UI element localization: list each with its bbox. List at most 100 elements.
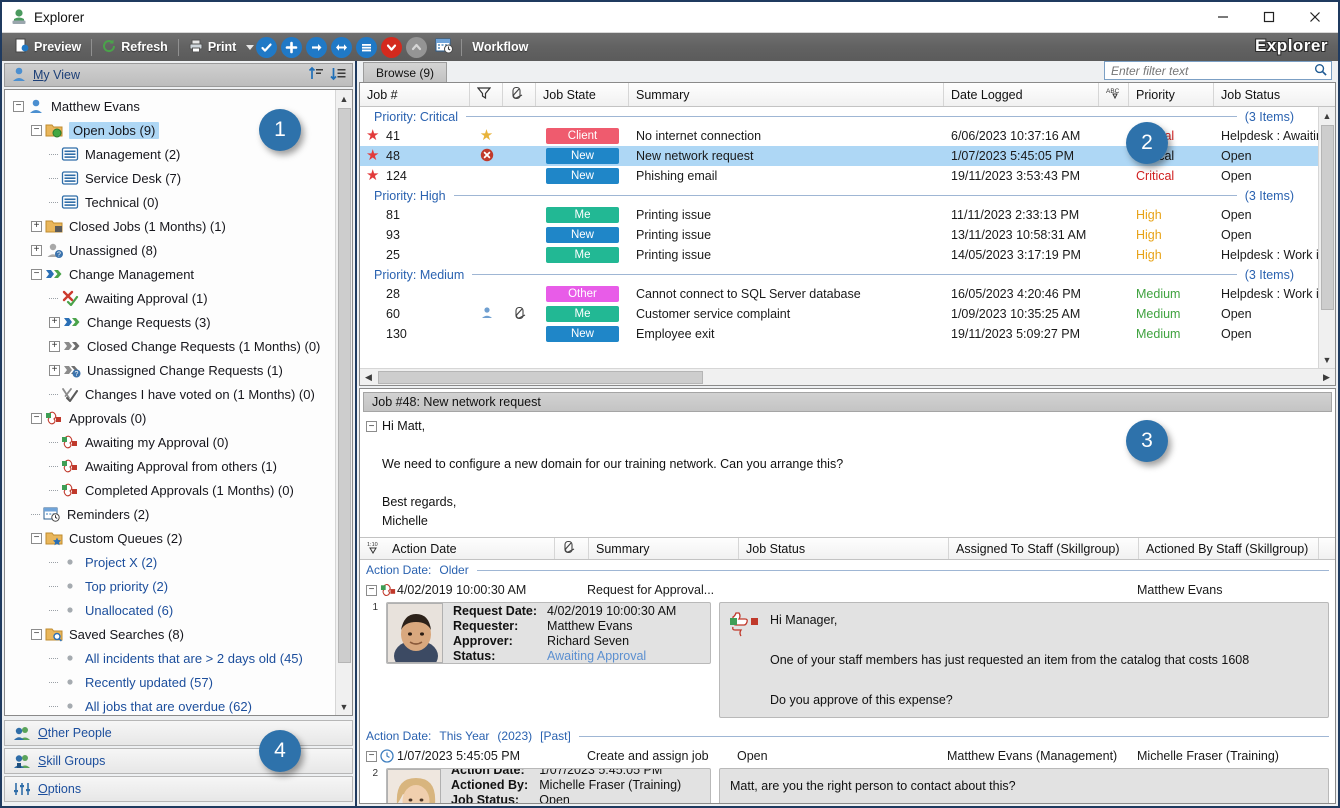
tree-item[interactable]: All jobs that are overdue (62) bbox=[5, 694, 335, 715]
tree-item[interactable]: Recently updated (57) bbox=[5, 670, 335, 694]
column-header-priority[interactable]: Priority bbox=[1129, 83, 1214, 106]
tree-item[interactable]: − Approvals (0) bbox=[5, 406, 335, 430]
jobs-grid-hscrollbar[interactable]: ◀ ▶ bbox=[360, 368, 1335, 385]
grid-hscroll-thumb[interactable] bbox=[378, 370, 703, 384]
tree-item[interactable]: Reminders (2) bbox=[5, 502, 335, 526]
hamburger-menu-icon[interactable] bbox=[356, 36, 378, 58]
arrow-right-icon[interactable] bbox=[306, 36, 328, 58]
maximize-button[interactable] bbox=[1246, 2, 1292, 33]
scroll-up-arrow[interactable]: ▲ bbox=[336, 90, 353, 107]
action-group-value[interactable]: Older bbox=[439, 563, 468, 577]
tree-item[interactable]: +? Unassigned (8) bbox=[5, 238, 335, 262]
sort-descending-icon[interactable] bbox=[330, 66, 346, 84]
filter-box[interactable] bbox=[1104, 61, 1332, 80]
tree-item[interactable]: − Custom Queues (2) bbox=[5, 526, 335, 550]
tree-item[interactable]: +? Unassigned Change Requests (1) bbox=[5, 358, 335, 382]
tree-collapse-toggle[interactable]: − bbox=[31, 628, 42, 640]
tree-item[interactable]: Unallocated (6) bbox=[5, 598, 335, 622]
tree-item[interactable]: Service Desk (7) bbox=[5, 166, 335, 190]
error-circle-icon[interactable] bbox=[480, 148, 494, 165]
column-header-job-state[interactable]: Job State bbox=[536, 83, 629, 106]
tree-scrollbar[interactable]: ▲ ▼ bbox=[335, 90, 352, 715]
search-input[interactable] bbox=[1109, 62, 1314, 79]
tree-item[interactable]: Awaiting Approval (1) bbox=[5, 286, 335, 310]
star-gold-icon[interactable]: ★ bbox=[480, 129, 493, 143]
table-row[interactable]: 93 New Printing issue 13/11/2023 10:58:31 A… bbox=[360, 225, 1318, 245]
tree-expand-toggle[interactable]: + bbox=[31, 220, 42, 232]
column-header-job[interactable]: Job # bbox=[360, 83, 470, 106]
description-collapse-toggle[interactable]: − bbox=[366, 421, 377, 433]
chevron-down-icon[interactable] bbox=[381, 36, 403, 58]
table-row[interactable]: ★ 41 ★ Client No internet connection 6/06/202… bbox=[360, 126, 1318, 146]
column-header-date-logged[interactable]: Date Logged bbox=[944, 83, 1099, 106]
tab-browse[interactable]: Browse (9) bbox=[363, 62, 448, 82]
column-header-filter-funnel-icon[interactable] bbox=[470, 83, 503, 106]
arrow-left-right-icon[interactable] bbox=[331, 36, 353, 58]
close-button[interactable] bbox=[1292, 2, 1338, 33]
search-icon[interactable] bbox=[1314, 63, 1327, 79]
action-column-header-action-date[interactable]: 1:10 Action Date bbox=[360, 538, 555, 559]
tree-expand-toggle[interactable]: + bbox=[31, 244, 42, 256]
table-row[interactable]: 130 New Employee exit 19/11/2023 5:09:27 PM… bbox=[360, 324, 1318, 344]
column-header-paperclip-icon[interactable] bbox=[503, 83, 536, 106]
action-row[interactable]: − 4/02/2019 10:00:30 AM Request for Approv… bbox=[360, 580, 1335, 600]
paperclip-icon[interactable] bbox=[513, 306, 527, 323]
print-dropdown-caret[interactable] bbox=[246, 44, 255, 50]
table-row[interactable]: 25 Me Printing issue 14/05/2023 3:17:19 PM H… bbox=[360, 245, 1318, 265]
tree-item[interactable]: Technical (0) bbox=[5, 190, 335, 214]
workflow-button[interactable]: Workflow bbox=[465, 35, 535, 59]
column-header-job-status[interactable]: Job Status bbox=[1214, 83, 1335, 106]
tree-item[interactable]: + Closed Change Requests (1 Months) (0) bbox=[5, 334, 335, 358]
action-collapse-toggle[interactable]: − bbox=[366, 750, 377, 762]
table-row[interactable]: ★ 48 New New network request 1/07/2023 5:45:… bbox=[360, 146, 1318, 166]
grid-scroll-up[interactable]: ▲ bbox=[1319, 107, 1336, 124]
table-row[interactable]: 28 Other Cannot connect to SQL Server data… bbox=[360, 284, 1318, 304]
action-column-header-summary[interactable]: Summary bbox=[589, 538, 739, 559]
tree-item[interactable]: Awaiting my Approval (0) bbox=[5, 430, 335, 454]
tree-collapse-toggle[interactable]: − bbox=[31, 124, 42, 136]
table-row[interactable]: ★ 124 New Phishing email 19/11/2023 3:53:43 … bbox=[360, 166, 1318, 186]
action-group-link[interactable]: [Past] bbox=[540, 729, 571, 743]
minimize-button[interactable] bbox=[1200, 2, 1246, 33]
action-row[interactable]: − 1/07/2023 5:45:05 PM Create and assign j… bbox=[360, 746, 1335, 766]
table-row[interactable]: 81 Me Printing issue 11/11/2023 2:33:13 PM H… bbox=[360, 205, 1318, 225]
my-view-header[interactable]: My View bbox=[4, 63, 353, 87]
tree-expand-toggle[interactable]: + bbox=[49, 340, 60, 352]
person-icon[interactable] bbox=[480, 306, 494, 323]
tree-item[interactable]: − Saved Searches (8) bbox=[5, 622, 335, 646]
plus-icon[interactable] bbox=[281, 36, 303, 58]
print-button[interactable]: Print bbox=[182, 35, 243, 59]
grid-scroll-right[interactable]: ▶ bbox=[1318, 369, 1335, 386]
column-header-summary[interactable]: Summary bbox=[629, 83, 944, 106]
tree-collapse-toggle[interactable]: − bbox=[13, 100, 24, 112]
grid-scroll-thumb[interactable] bbox=[1320, 125, 1334, 310]
tree-collapse-toggle[interactable]: − bbox=[31, 532, 42, 544]
refresh-button[interactable]: Refresh bbox=[95, 35, 175, 59]
tree-collapse-toggle[interactable]: − bbox=[31, 268, 42, 280]
action-column-header-actioned-by-staff-skillgroup[interactable]: Actioned By Staff (Skillgroup) bbox=[1139, 538, 1319, 559]
tree-expand-toggle[interactable]: + bbox=[49, 364, 60, 376]
tree-item[interactable]: − Change Management bbox=[5, 262, 335, 286]
tree-collapse-toggle[interactable]: − bbox=[31, 412, 42, 424]
action-column-header-assigned-to-staff-skillgroup[interactable]: Assigned To Staff (Skillgroup) bbox=[949, 538, 1139, 559]
column-header-abc-sort-icon[interactable]: ABC bbox=[1099, 83, 1129, 106]
nav-button-ptions[interactable]: Options bbox=[4, 776, 353, 802]
table-row[interactable]: 60 Me Customer service complaint 1/09/2023 … bbox=[360, 304, 1318, 324]
scroll-down-arrow[interactable]: ▼ bbox=[336, 698, 353, 715]
action-group-link[interactable]: (2023) bbox=[497, 729, 532, 743]
action-group-value[interactable]: This Year bbox=[439, 729, 489, 743]
tree-item[interactable]: All incidents that are > 2 days old (45) bbox=[5, 646, 335, 670]
tree-item[interactable]: Top priority (2) bbox=[5, 574, 335, 598]
tree-item[interactable]: Changes I have voted on (1 Months) (0) bbox=[5, 382, 335, 406]
action-column-header-job-status[interactable]: Job Status bbox=[739, 538, 949, 559]
grid-scroll-left[interactable]: ◀ bbox=[360, 369, 377, 386]
tree-item[interactable]: Awaiting Approval from others (1) bbox=[5, 454, 335, 478]
tree-item[interactable]: Completed Approvals (1 Months) (0) bbox=[5, 478, 335, 502]
tree-item[interactable]: Project X (2) bbox=[5, 550, 335, 574]
check-icon[interactable] bbox=[256, 36, 278, 58]
sort-ascending-icon[interactable] bbox=[308, 66, 324, 84]
tree-item[interactable]: + Closed Jobs (1 Months) (1) bbox=[5, 214, 335, 238]
action-collapse-toggle[interactable]: − bbox=[366, 584, 377, 596]
scroll-thumb[interactable] bbox=[337, 108, 351, 663]
calendar-clock-icon[interactable] bbox=[435, 37, 454, 57]
